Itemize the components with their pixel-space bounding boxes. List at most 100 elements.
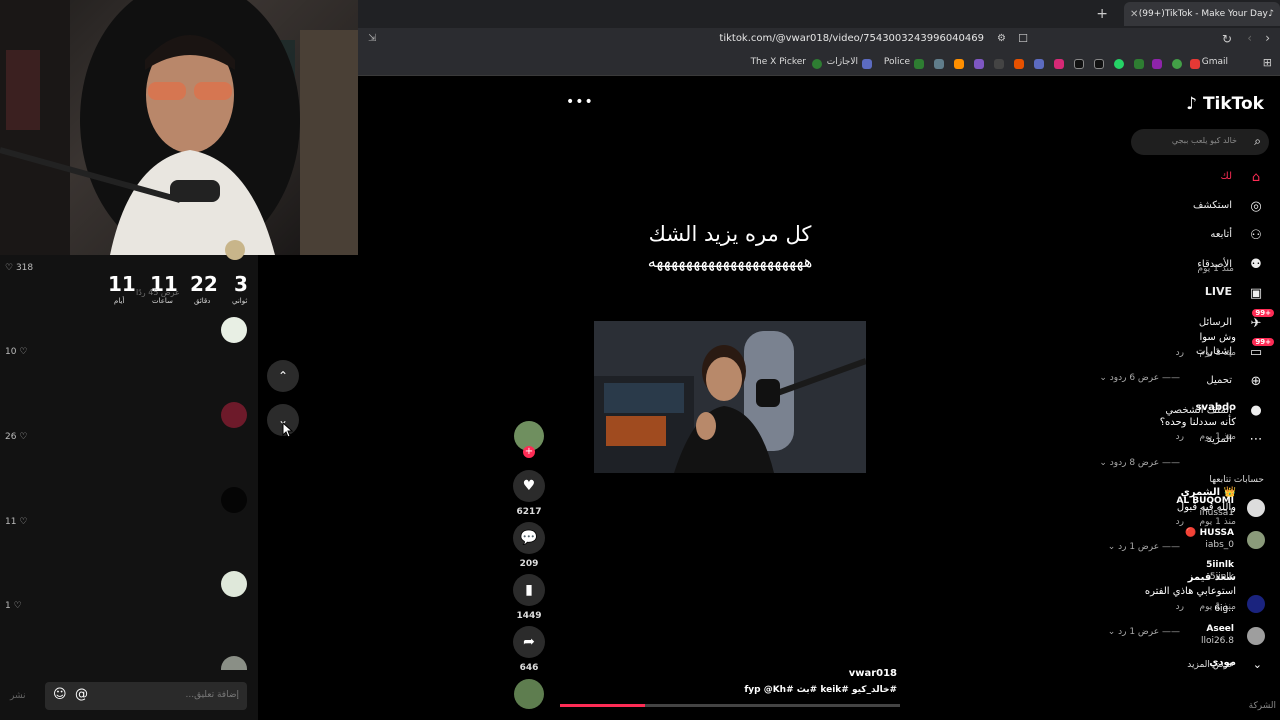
comment-like-count[interactable]: 11 ♡	[5, 517, 27, 527]
forward-icon[interactable]: ›	[1265, 31, 1270, 45]
view-replies-link[interactable]: —— عرض 8 ردود ⌄	[1099, 458, 1180, 468]
comment-input[interactable]: ☺ @ إضافة تعليق...	[45, 682, 247, 710]
avatar[interactable]	[221, 487, 247, 513]
sidebar-item-2[interactable]: ⚇ أتابعه	[1160, 224, 1280, 246]
bookmark-x-picker[interactable]: The X Picker	[751, 57, 806, 67]
comment-count: 209	[519, 559, 539, 569]
previous-video-button[interactable]: ⌃	[267, 360, 299, 392]
view-replies-text: عرض 8 ردود	[1109, 458, 1160, 468]
mention-icon[interactable]: @	[75, 687, 88, 702]
sidebar-item-0[interactable]: ⌂ لك	[1160, 166, 1280, 188]
avatar[interactable]	[225, 240, 245, 260]
video-author[interactable]: vwar018	[849, 668, 897, 679]
sidebar-item-4[interactable]: ▣ LIVE	[1160, 283, 1280, 305]
countdown-seconds: 3	[234, 272, 248, 296]
sidebar-item-1[interactable]: ◎ استكشف	[1160, 195, 1280, 217]
whatsapp-icon[interactable]	[1172, 59, 1182, 69]
music-disc-avatar[interactable]	[514, 679, 544, 709]
tiktok-bookmark-icon[interactable]	[1074, 59, 1084, 69]
reload-icon[interactable]: ↻	[1222, 32, 1232, 46]
x-icon[interactable]	[1094, 59, 1104, 69]
tiktok-logo[interactable]: ♪ TikTok	[1186, 94, 1264, 114]
comment-text: استوعابي هاذي الفتره	[1144, 586, 1236, 597]
github-icon[interactable]	[994, 59, 1004, 69]
following-name[interactable]: 🔴 HUSSA	[1185, 528, 1234, 538]
following-username[interactable]: lloi26.8	[1201, 636, 1234, 646]
company-link[interactable]: الشركة	[1249, 701, 1276, 711]
like-button[interactable]: ♥	[513, 470, 545, 502]
sidebar-item-9[interactable]: ⋯ المزيد	[1160, 429, 1280, 451]
screen: + ✕ (99+)TikTok - Make Your Day ♪ ⇲ ☐ ⚙ …	[0, 0, 1280, 720]
following-avatar[interactable]	[1247, 563, 1265, 581]
site-settings-icon[interactable]: ⚙	[997, 33, 1006, 44]
comment-like-count[interactable]: 10 ♡	[5, 347, 27, 357]
sidebar-toggle-icon[interactable]: ⇲	[368, 33, 376, 44]
following-name[interactable]: 5iinlk	[1206, 560, 1234, 570]
following-name[interactable]: AL BUQOMI	[1176, 496, 1234, 506]
reply-link[interactable]: رد	[1176, 517, 1184, 527]
youtube-icon[interactable]	[1190, 59, 1200, 69]
bookmark-site-icon[interactable]	[1014, 59, 1024, 69]
link-icon[interactable]	[934, 59, 944, 69]
comment-like-count[interactable]: 1 ♡	[5, 601, 22, 611]
logo-text: TikTok	[1202, 94, 1264, 114]
sidebar-item-7[interactable]: ⊕ تحميل	[1160, 370, 1280, 392]
following-username[interactable]: 6ig..	[1214, 604, 1234, 614]
video-progress-track[interactable]	[560, 704, 900, 707]
view-replies-link[interactable]: —— عرض 1 رد ⌄	[1108, 627, 1180, 637]
save-button[interactable]: ▮	[513, 574, 545, 606]
video-player[interactable]	[594, 321, 866, 473]
following-avatar[interactable]	[1247, 531, 1265, 549]
avatar[interactable]	[221, 571, 247, 597]
folder-icon[interactable]	[954, 59, 964, 69]
emoji-icon[interactable]: ☺	[53, 687, 67, 702]
compass-icon: ◎	[1250, 198, 1262, 214]
sidebar-item-5[interactable]: ✈ الرسائل 99+	[1160, 309, 1280, 334]
following-avatar[interactable]	[1247, 595, 1265, 613]
post-button[interactable]: نشر	[10, 691, 26, 701]
reply-link[interactable]: رد	[1176, 602, 1184, 612]
avatar[interactable]	[221, 317, 247, 343]
avatar[interactable]	[221, 402, 247, 428]
twitch-icon[interactable]	[1152, 59, 1162, 69]
tab-bar: + ✕ (99+)TikTok - Make Your Day ♪	[358, 0, 1280, 28]
comment-button[interactable]: 💬	[513, 522, 545, 554]
following-avatar[interactable]	[1247, 627, 1265, 645]
whatsapp-web-icon[interactable]	[1114, 59, 1124, 69]
view-replies-link[interactable]: —— عرض 1 رد ⌄	[1108, 542, 1180, 552]
sidebar-item-3[interactable]: ⚉ الأصدقاء	[1160, 254, 1280, 276]
url-text[interactable]: tiktok.com/@vwar018/video/75430032439960…	[719, 33, 984, 44]
more-options-icon[interactable]: •••	[566, 94, 594, 110]
instagram-icon[interactable]	[1054, 59, 1064, 69]
following-username[interactable]: 5iinlk	[1210, 572, 1234, 582]
back-icon[interactable]: ‹	[1247, 31, 1252, 45]
comment-like-count[interactable]: 26 ♡	[5, 432, 27, 442]
search-icon[interactable]: ⌕	[1254, 134, 1261, 149]
view-replies-overlay[interactable]: عرض 45 ردًا	[136, 288, 180, 297]
comment-like-count[interactable]: ♡ 318	[5, 263, 33, 273]
sidebar-item-8[interactable]: ● الملف الشخصي	[1160, 400, 1280, 422]
bookmark-gmail[interactable]: Gmail	[1202, 57, 1228, 67]
following-name[interactable]: Aseel	[1206, 624, 1234, 634]
search-input[interactable]: ⌕ خالد كيو يلعب ببجي	[1131, 129, 1269, 155]
see-more-link[interactable]: عرض المزيد	[1187, 660, 1234, 670]
following-username[interactable]: iabs_0	[1205, 540, 1234, 550]
following-avatar[interactable]	[1247, 499, 1265, 517]
new-tab-button[interactable]: +	[1096, 6, 1108, 22]
bookmark-icon[interactable]: ☐	[1018, 32, 1028, 45]
apps-grid-icon[interactable]: ⊞	[1263, 56, 1272, 69]
translate-icon[interactable]	[1034, 59, 1044, 69]
bookmark-police[interactable]: Police	[884, 57, 910, 67]
sidebar-item-6[interactable]: ▭ إشعارات 99+	[1160, 338, 1280, 363]
following-username[interactable]: ihussa1	[1199, 508, 1234, 518]
video-hashtags[interactable]: #خالد_كيو #keik #بث #fyp @Kh	[744, 685, 897, 695]
share-button[interactable]: ➦	[513, 626, 545, 658]
address-bar[interactable]: ⇲ ☐ ⚙ tiktok.com/@vwar018/video/75430032…	[358, 28, 1280, 52]
sidebar-item-label: الرسائل	[1198, 317, 1232, 328]
bookmark-vacations[interactable]: الاجازات	[827, 57, 858, 67]
kick-icon[interactable]	[1134, 59, 1144, 69]
active-tab[interactable]: ✕ (99+)TikTok - Make Your Day ♪	[1124, 2, 1280, 26]
snapchat-icon[interactable]	[974, 59, 984, 69]
follow-plus-icon[interactable]: +	[523, 446, 535, 458]
close-tab-icon[interactable]: ✕	[1130, 9, 1138, 20]
